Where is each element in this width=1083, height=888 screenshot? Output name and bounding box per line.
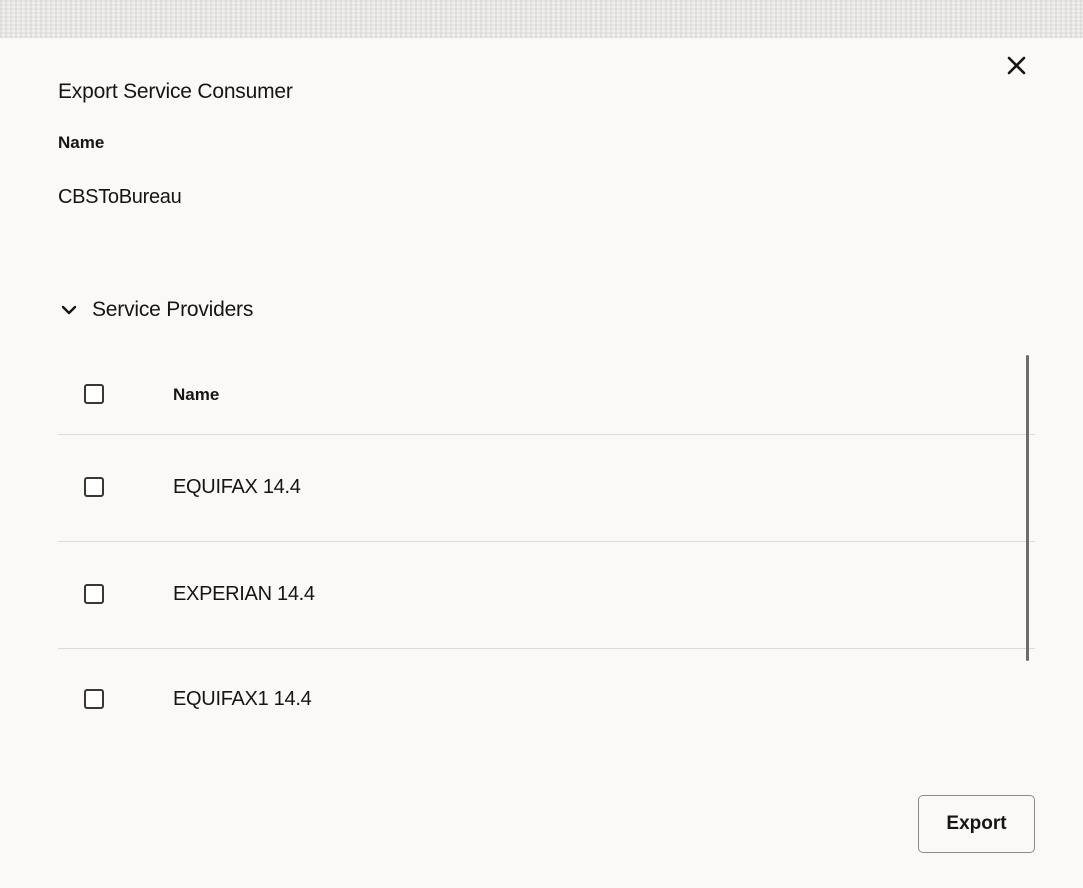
dialog-title: Export Service Consumer xyxy=(58,80,293,103)
close-button[interactable] xyxy=(1003,52,1031,80)
column-header-name: Name xyxy=(173,385,220,404)
table-row[interactable]: EXPERIAN 14.4 xyxy=(58,542,1035,649)
table-header-row: Name xyxy=(58,355,1035,435)
provider-name: EQUIFAX 14.4 xyxy=(173,476,301,498)
export-button[interactable]: Export xyxy=(918,795,1035,853)
table-row[interactable]: EQUIFAX1 14.4 xyxy=(58,647,1035,717)
table-row[interactable]: EQUIFAX 14.4 xyxy=(58,435,1035,542)
service-providers-table: Name EQUIFAX 14.4 EXPERIAN 14.4 EQUIFAX1… xyxy=(58,355,1038,717)
name-label: Name xyxy=(58,133,105,152)
row-checkbox[interactable] xyxy=(84,584,104,604)
background-strip xyxy=(0,0,1083,38)
row-checkbox[interactable] xyxy=(84,689,104,709)
name-value: CBSToBureau xyxy=(58,186,182,208)
provider-name: EXPERIAN 14.4 xyxy=(173,583,315,605)
close-icon xyxy=(1007,56,1026,75)
service-providers-toggle[interactable]: Service Providers xyxy=(58,296,253,324)
service-providers-label: Service Providers xyxy=(92,298,254,321)
provider-name: EQUIFAX1 14.4 xyxy=(173,688,312,710)
table-scrollbar[interactable] xyxy=(1026,355,1029,661)
row-checkbox[interactable] xyxy=(84,477,104,497)
chevron-down-icon xyxy=(61,305,77,315)
select-all-checkbox[interactable] xyxy=(84,384,104,404)
